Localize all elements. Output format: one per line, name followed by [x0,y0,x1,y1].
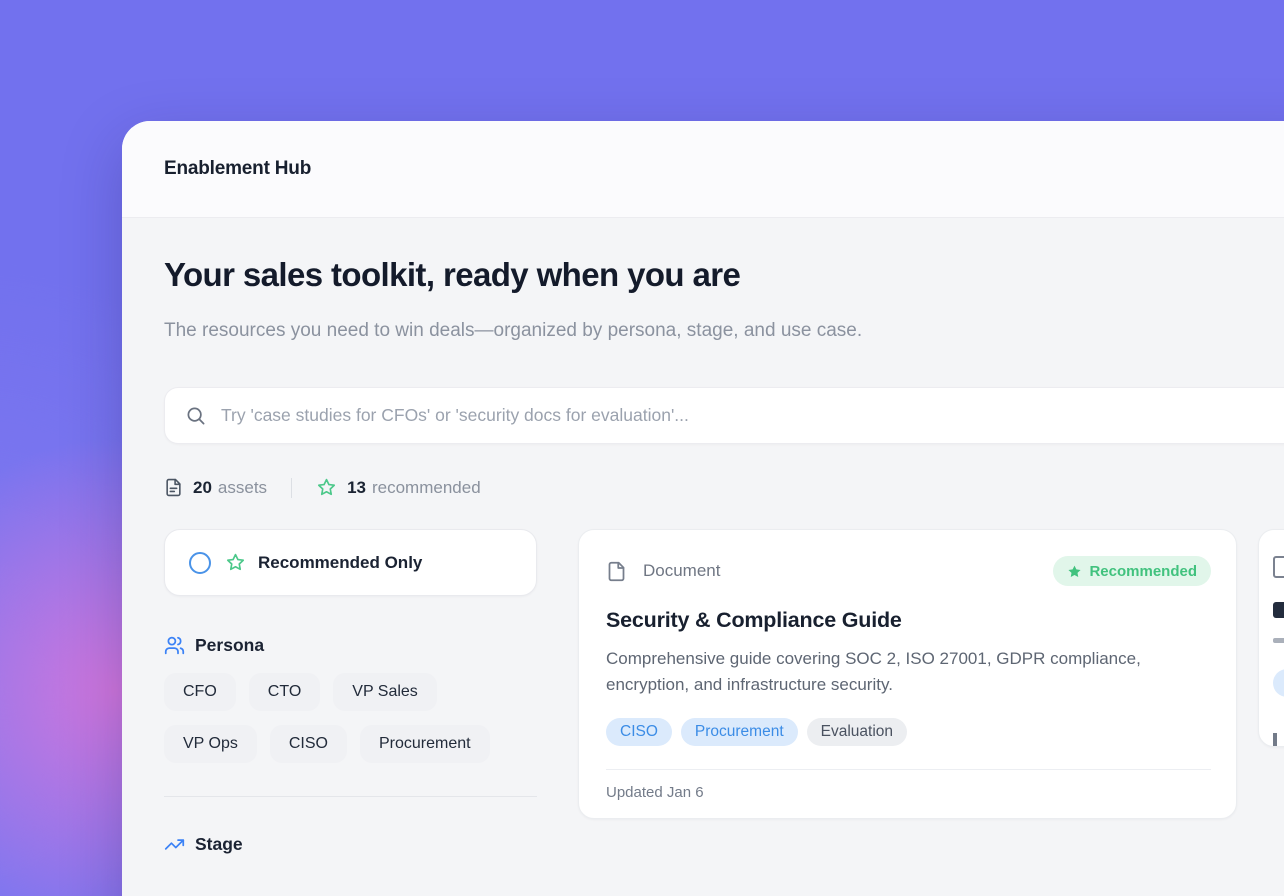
asset-card-security-compliance-guide[interactable]: Document Recommended Security & Complian… [578,529,1237,819]
persona-chip-procurement[interactable]: Procurement [360,725,490,763]
persona-chip-cto[interactable]: CTO [249,673,320,711]
recommended-only-label: Recommended Only [258,553,422,573]
asset-description-fragment [1273,638,1284,643]
stats-row: 20 assets 13 recommended [164,477,1284,498]
recommended-only-toggle[interactable]: Recommended Only [164,529,537,596]
sidebar-divider [164,796,537,797]
persona-chip-ciso[interactable]: CISO [270,725,347,763]
assets-label: assets [218,478,267,498]
app-title: Enablement Hub [164,158,311,180]
search-icon [185,405,207,427]
assets-count: 20 [193,478,212,498]
tag-evaluation: Evaluation [807,718,907,746]
asset-description: Comprehensive guide covering SOC 2, ISO … [606,646,1206,698]
star-filled-icon [1067,564,1082,579]
page-title: Your sales toolkit, ready when you are [164,256,1284,294]
persona-chip-cfo[interactable]: CFO [164,673,236,711]
recommended-badge-label: Recommended [1089,563,1197,580]
recommended-label: recommended [372,478,481,498]
panel-content: Your sales toolkit, ready when you are T… [122,218,1284,855]
tag-fragment [1273,669,1284,697]
stats-divider [291,478,292,498]
file-icon [1273,556,1284,578]
persona-heading: Persona [164,635,537,656]
search-input[interactable] [221,405,1284,426]
tag-procurement: Procurement [681,718,798,746]
recommended-badge: Recommended [1053,556,1211,586]
trending-up-icon [164,834,185,855]
asset-title-fragment [1273,602,1284,618]
file-text-icon [164,477,183,498]
star-icon [316,477,337,498]
persona-chip-vp-ops[interactable]: VP Ops [164,725,257,763]
radio-circle-icon[interactable] [189,552,211,574]
filters-sidebar: Recommended Only Persona CFO CTO VP Sale… [164,529,537,855]
asset-card-partial[interactable] [1258,529,1284,747]
stage-heading: Stage [164,834,537,855]
search-bar[interactable] [164,387,1284,444]
asset-type-label: Document [643,561,720,581]
panel-header: Enablement Hub [122,121,1284,218]
tag-ciso: CISO [606,718,672,746]
card-header: Document Recommended [606,556,1211,586]
file-icon [606,559,627,584]
stage-label: Stage [195,834,243,855]
asset-updated-fragment [1273,733,1277,746]
asset-title: Security & Compliance Guide [606,608,1211,633]
persona-chips: CFO CTO VP Sales VP Ops CISO Procurement [164,673,537,763]
content-columns: Recommended Only Persona CFO CTO VP Sale… [164,529,1284,855]
persona-chip-vp-sales[interactable]: VP Sales [333,673,437,711]
page-subtitle: The resources you need to win deals—orga… [164,312,984,349]
users-icon [164,635,185,656]
asset-tags: CISO Procurement Evaluation [606,718,1211,746]
asset-updated-date: Updated Jan 6 [606,770,1211,818]
recommended-count: 13 [347,478,366,498]
star-icon [225,552,246,573]
persona-label: Persona [195,635,264,656]
main-panel: Enablement Hub Your sales toolkit, ready… [122,121,1284,896]
